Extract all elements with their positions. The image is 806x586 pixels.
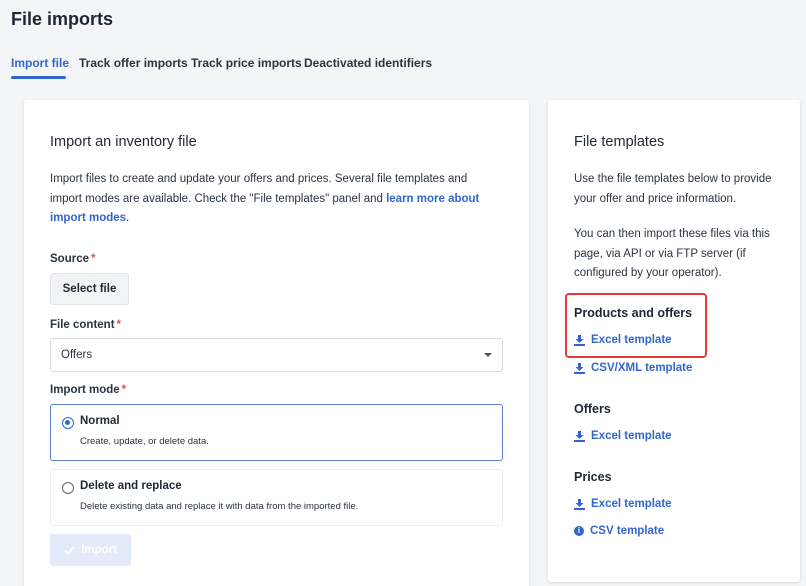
- prices-csv-template-link[interactable]: i CSV template: [574, 525, 664, 537]
- source-label: Source *: [50, 253, 95, 265]
- import-mode-delete-replace-option[interactable]: Delete and replace Delete existing data …: [50, 469, 503, 526]
- radio-normal[interactable]: [62, 417, 74, 429]
- page-title: File imports: [11, 9, 114, 29]
- templates-intro: Use the file templates below to provide …: [574, 170, 789, 209]
- download-icon: [574, 362, 585, 374]
- import-mode-normal-title: Normal: [80, 415, 120, 427]
- offers-heading: Offers: [574, 402, 611, 416]
- products-offers-csv-xml-template-link[interactable]: CSV/XML template: [574, 362, 692, 374]
- link-label: CSV template: [590, 525, 665, 537]
- templates-import-info-line-3: configured by your operator).: [574, 267, 722, 279]
- learn-more-link-part-2[interactable]: import modes: [50, 212, 126, 224]
- tab-deactivated-identifiers[interactable]: Deactivated identifiers: [304, 56, 432, 70]
- import-button-label: Import: [81, 544, 117, 556]
- tab-track-offer-imports[interactable]: Track offer imports: [79, 56, 188, 70]
- download-icon: [574, 430, 585, 442]
- templates-intro-line-2: your offer and price information.: [574, 192, 737, 205]
- card-title: Import an inventory file: [50, 134, 197, 150]
- required-marker: *: [121, 384, 127, 396]
- file-content-label: File content *: [50, 319, 121, 331]
- check-icon: [64, 545, 75, 555]
- download-icon: [574, 498, 585, 510]
- import-mode-delete-replace-title: Delete and replace: [80, 480, 182, 492]
- link-label: Excel template: [591, 498, 672, 510]
- source-label-text: Source: [50, 253, 89, 265]
- import-inventory-card: Import an inventory file Import files to…: [24, 100, 529, 586]
- highlight-annotation: [565, 293, 707, 358]
- tab-track-price-imports[interactable]: Track price imports: [191, 56, 302, 70]
- link-label: Excel template: [591, 430, 672, 442]
- offers-excel-template-link[interactable]: Excel template: [574, 430, 672, 442]
- tab-bar: Import file Track offer imports Track pr…: [0, 56, 806, 80]
- templates-intro-line-1: Use the file templates below to provide: [574, 173, 772, 185]
- intro-line-1: Import files to create and update your o…: [50, 173, 468, 185]
- intro-text: Import files to create and update your o…: [50, 170, 510, 229]
- file-content-value: Offers: [61, 349, 93, 361]
- select-file-button[interactable]: Select file: [50, 273, 129, 305]
- learn-more-link-part-1[interactable]: learn more about: [386, 193, 479, 205]
- templates-import-info-line-1: You can then import these files via this: [574, 228, 770, 240]
- required-marker: *: [91, 253, 96, 265]
- prices-heading: Prices: [574, 470, 612, 484]
- tab-import-file[interactable]: Import file: [11, 56, 69, 70]
- templates-import-info-line-2: page, via API or via FTP server (if: [574, 247, 746, 260]
- import-button[interactable]: Import: [50, 534, 131, 566]
- link-label: CSV/XML template: [591, 362, 693, 374]
- import-mode-label: Import mode *: [50, 384, 126, 396]
- radio-delete-replace[interactable]: [62, 482, 74, 494]
- file-content-label-text: File content: [50, 319, 115, 331]
- required-marker: *: [116, 319, 122, 331]
- import-mode-delete-replace-description: Delete existing data and replace it with…: [80, 501, 359, 512]
- prices-excel-template-link[interactable]: Excel template: [574, 498, 672, 510]
- info-icon: i: [574, 526, 584, 536]
- file-content-select[interactable]: Offers: [50, 338, 503, 372]
- import-mode-normal-description: Create, update, or delete data.: [80, 436, 209, 447]
- intro-line-3: import modes.: [50, 209, 510, 229]
- templates-import-info: You can then import these files via this…: [574, 225, 789, 284]
- intro-suffix: .: [126, 212, 130, 224]
- import-mode-normal-option[interactable]: Normal Create, update, or delete data.: [50, 404, 503, 461]
- templates-title: File templates: [574, 134, 665, 150]
- active-tab-indicator: [11, 76, 66, 79]
- intro-line-2: import modes are available. Check the "F…: [50, 190, 510, 210]
- chevron-down-icon: [484, 353, 492, 357]
- import-mode-label-text: Import mode: [50, 384, 120, 396]
- intro-line-2-text: import modes are available. Check the "F…: [50, 192, 387, 205]
